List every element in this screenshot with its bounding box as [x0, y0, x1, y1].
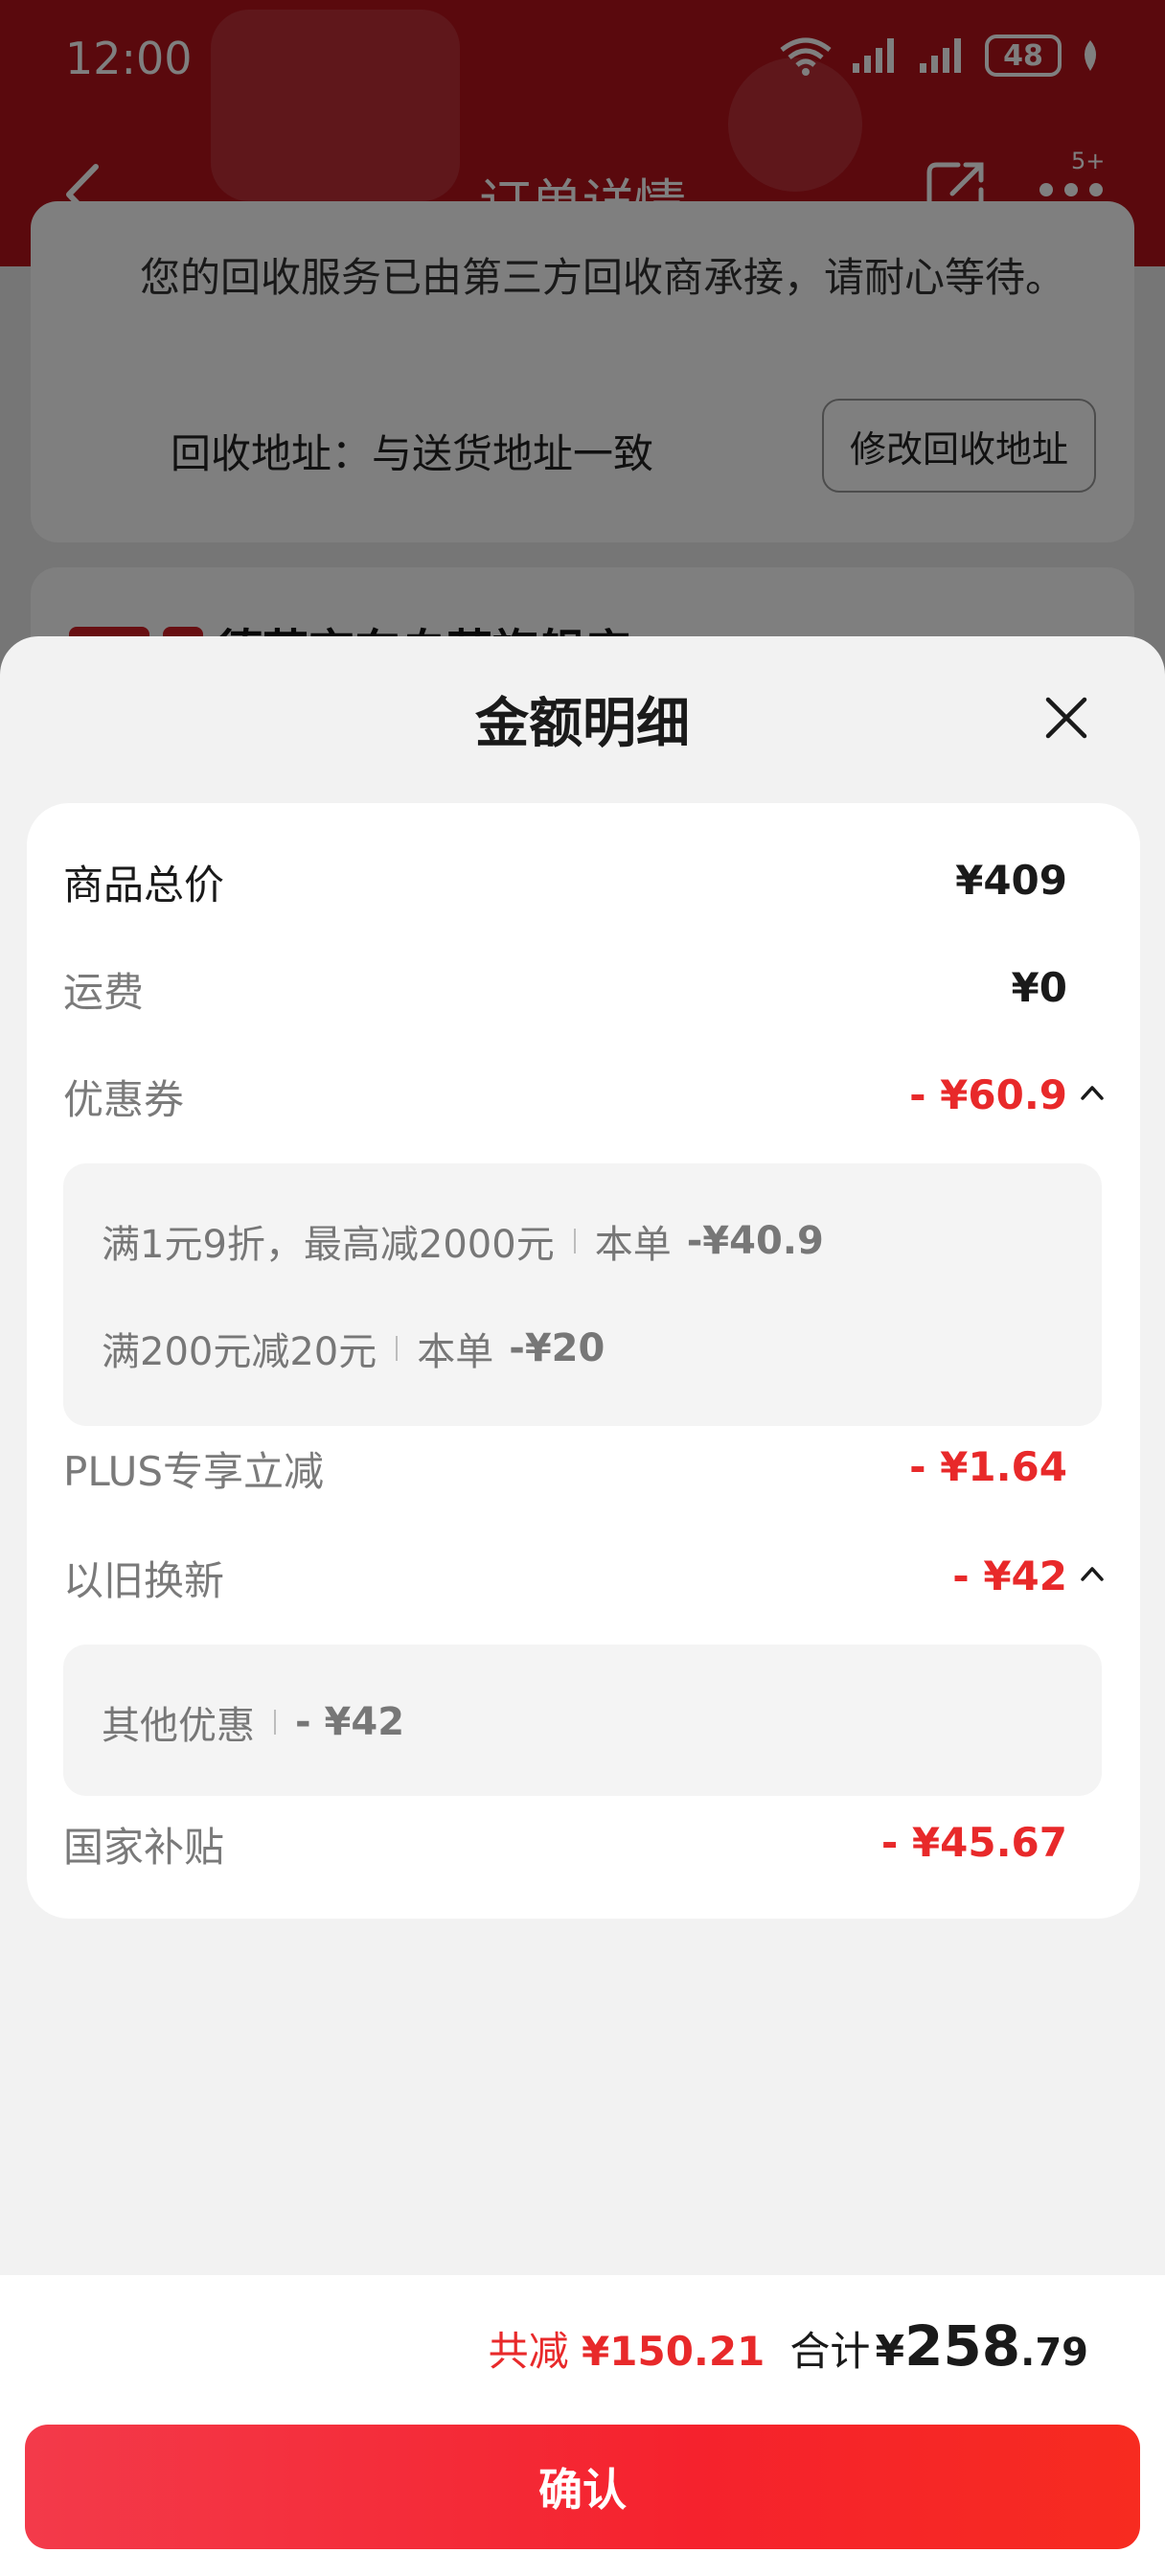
- confirm-button[interactable]: 确认: [25, 2425, 1140, 2549]
- close-icon[interactable]: [1042, 694, 1090, 742]
- row-plus-discount: PLUS专享立减 - ¥1.64: [63, 1439, 1106, 1506]
- trade-in-label: 以旧换新: [63, 1557, 225, 1604]
- saved-amount: ¥150.21: [582, 2328, 765, 2375]
- total-integer: 258: [904, 2313, 1021, 2379]
- row-total-price: 商品总价 ¥409: [63, 853, 1106, 920]
- total-decimal: .79: [1020, 2331, 1088, 2375]
- coupon-detail-desc: 满1元9折，最高减2000元: [102, 1223, 555, 1267]
- national-subsidy-label: 国家补贴: [63, 1824, 225, 1871]
- sheet-title: 金额明细: [475, 693, 690, 755]
- coupon-detail-item: 满200元减20元 本单 -¥20: [102, 1321, 605, 1376]
- saved-label: 共减: [488, 2328, 569, 2375]
- amount-detail-sheet: 金额明细 商品总价 ¥409 运费 ¥0 优惠券 - ¥60.9 满1元9折，最…: [0, 636, 1165, 2576]
- trade-in-detail-desc: 其他优惠: [102, 1704, 255, 1748]
- trade-in-detail-item: 其他优惠 - ¥42: [102, 1694, 404, 1750]
- grand-total: 合计 ¥258.79: [789, 2313, 1088, 2379]
- sheet-footer: 共减 ¥150.21 合计 ¥258.79 确认: [0, 2275, 1165, 2576]
- coupon-detail-amount: -¥20: [509, 1326, 605, 1370]
- plus-discount-label: PLUS专享立减: [63, 1448, 325, 1495]
- saved-summary: 共减 ¥150.21: [489, 2319, 765, 2378]
- row-coupon[interactable]: 优惠券 - ¥60.9: [63, 1068, 1106, 1135]
- divider: [573, 1229, 576, 1254]
- trade-in-value: - ¥42: [952, 1552, 1067, 1599]
- coupon-detail-amount: -¥40.9: [686, 1219, 824, 1263]
- shipping-value: ¥0: [1011, 964, 1067, 1011]
- divider: [274, 1710, 276, 1735]
- row-shipping: 运费 ¥0: [63, 960, 1106, 1027]
- coupon-label: 优惠券: [63, 1076, 185, 1123]
- row-trade-in[interactable]: 以旧换新 - ¥42: [63, 1549, 1106, 1616]
- coupon-detail-scope: 本单: [594, 1223, 672, 1267]
- shipping-label: 运费: [63, 969, 145, 1016]
- amount-detail-card: 商品总价 ¥409 运费 ¥0 优惠券 - ¥60.9 满1元9折，最高减200…: [27, 803, 1140, 1919]
- plus-discount-value: - ¥1.64: [909, 1443, 1067, 1490]
- coupon-detail-desc: 满200元减20元: [102, 1330, 377, 1374]
- trade-in-detail-box: 其他优惠 - ¥42: [63, 1644, 1102, 1796]
- total-summary: 共减 ¥150.21 合计 ¥258.79: [489, 2313, 1088, 2379]
- divider: [396, 1336, 399, 1361]
- total-label: 合计: [789, 2328, 871, 2375]
- total-price-value: ¥409: [955, 857, 1067, 904]
- total-price-label: 商品总价: [63, 862, 225, 908]
- trade-in-detail-amount: - ¥42: [295, 1700, 405, 1744]
- national-subsidy-value: - ¥45.67: [880, 1819, 1067, 1866]
- total-currency: ¥: [875, 2327, 905, 2376]
- chevron-up-icon[interactable]: [1079, 1562, 1106, 1585]
- coupon-detail-scope: 本单: [417, 1330, 494, 1374]
- coupon-detail-item: 满1元9折，最高减2000元 本单 -¥40.9: [102, 1213, 824, 1269]
- coupon-value: - ¥60.9: [909, 1071, 1067, 1118]
- coupon-detail-box: 满1元9折，最高减2000元 本单 -¥40.9 满200元减20元 本单 -¥…: [63, 1163, 1102, 1426]
- chevron-up-icon[interactable]: [1079, 1081, 1106, 1104]
- row-national-subsidy: 国家补贴 - ¥45.67: [63, 1815, 1106, 1882]
